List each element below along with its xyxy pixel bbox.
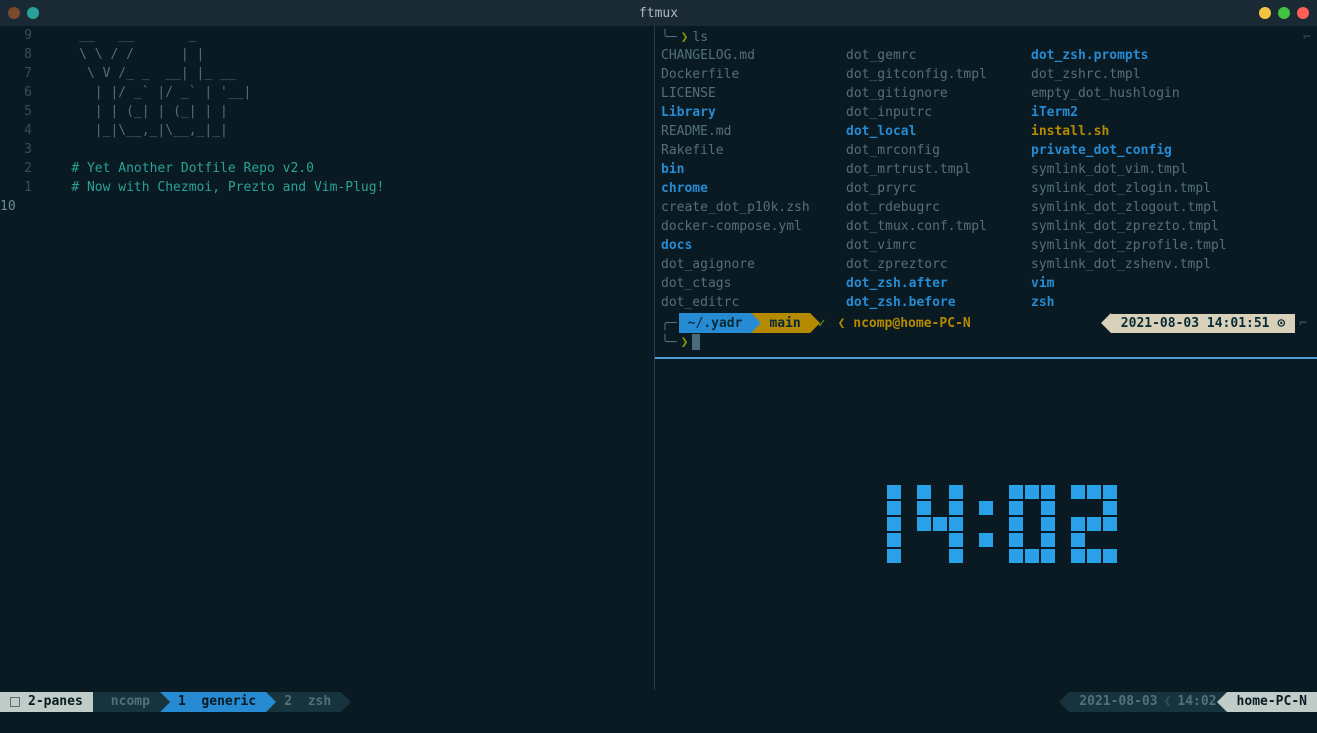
file-entry: symlink_dot_vim.tmpl [1031,160,1227,179]
tmux-date-segment: 2021-08-0314:02 [1069,692,1226,712]
file-entry: dot_zshrc.tmpl [1031,65,1227,84]
powerline-path-segment: ~/~/.yadr.yadr [679,313,752,333]
file-entry: symlink_dot_zprezto.tmpl [1031,217,1227,236]
file-entry: Library [661,103,830,122]
pane-shell[interactable]: ╰─❯ ls ⌐ CHANGELOG.mdDockerfileLICENSELi… [655,26,1317,359]
pane-right: ╰─❯ ls ⌐ CHANGELOG.mdDockerfileLICENSELi… [654,26,1317,690]
file-entry: dot_ctags [661,274,830,293]
file-entry: CHANGELOG.md [661,46,830,65]
cursor-block [692,334,700,350]
clock-display [854,484,1118,564]
file-entry: dot_mrconfig [846,141,1015,160]
file-entry: private_dot_config [1031,141,1227,160]
file-entry: symlink_dot_zprofile.tmpl [1031,236,1227,255]
session-icon [10,697,20,707]
tmux-user-segment: ncomp [93,692,160,712]
tmux-window-active[interactable]: 1 generic [160,692,266,712]
file-entry: empty_dot_hushlogin [1031,84,1227,103]
shell-powerline: ╭─ ~/~/.yadr.yadr main ✓ ❮ ncomp@home-PC… [661,313,1311,333]
file-entry: dot_agignore [661,255,830,274]
file-entry: dot_editrc [661,293,830,312]
tmux-host-segment: home-PC-N [1227,692,1317,712]
tmux-window-inactive[interactable]: 2 zsh [266,692,341,712]
file-entry: LICENSE [661,84,830,103]
file-entry: dot_inputrc [846,103,1015,122]
file-entry: symlink_dot_zshenv.tmpl [1031,255,1227,274]
tmux-statusbar: 2-panes ncomp 1 generic 2 zsh 2021-08-03… [0,690,1317,710]
corner-bottom-icon: ⌐ [1295,314,1311,333]
window-titlebar: ftmux [0,0,1317,26]
file-entry: dot_rdebugrc [846,198,1015,217]
ls-output: CHANGELOG.mdDockerfileLICENSELibraryREAD… [661,46,1311,312]
file-entry: Dockerfile [661,65,830,84]
file-entry: symlink_dot_zlogout.tmpl [1031,198,1227,217]
file-entry: docs [661,236,830,255]
file-entry: docker-compose.yml [661,217,830,236]
file-entry: symlink_dot_zlogin.tmpl [1031,179,1227,198]
pane-clock [655,359,1317,688]
pane-editor[interactable]: 9 __ __ _8 \ \ / / | |7 \ V /_ _ __| |_ … [0,26,654,690]
tmux-session-segment[interactable]: 2-panes [0,692,93,712]
file-entry: chrome [661,179,830,198]
file-entry: dot_mrtrust.tmpl [846,160,1015,179]
file-entry: dot_zpreztorc [846,255,1015,274]
file-entry: Rakefile [661,141,830,160]
file-entry: dot_pryrc [846,179,1015,198]
shell-prompt-prev: ╰─❯ ls ⌐ [661,28,1311,46]
file-entry: create_dot_p10k.zsh [661,198,830,217]
corner-glyph-icon: ⌐ [1303,28,1311,47]
tmux-panes: 9 __ __ _8 \ \ / / | |7 \ V /_ _ __| |_ … [0,26,1317,690]
powerline-user-segment: ❮ ncomp@home-PC-N [826,314,971,333]
file-entry: vim [1031,274,1227,293]
file-entry: dot_local [846,122,1015,141]
file-entry: dot_vimrc [846,236,1015,255]
file-entry: iTerm2 [1031,103,1227,122]
file-entry: zsh [1031,293,1227,312]
shell-prompt-current[interactable]: ╰─❯ [661,333,1311,351]
file-entry: install.sh [1031,122,1227,141]
file-entry: dot_gitconfig.tmpl [846,65,1015,84]
file-entry: dot_zsh.prompts [1031,46,1227,65]
shell-command: ls [692,28,708,47]
file-entry: dot_zsh.after [846,274,1015,293]
file-entry: dot_gemrc [846,46,1015,65]
file-entry: bin [661,160,830,179]
file-entry: dot_tmux.conf.tmpl [846,217,1015,236]
window-title: ftmux [0,4,1317,23]
powerline-time-segment: 2021-08-03 14:01:51 ⊙ [1111,314,1295,333]
file-entry: README.md [661,122,830,141]
file-entry: dot_zsh.before [846,293,1015,312]
file-entry: dot_gitignore [846,84,1015,103]
